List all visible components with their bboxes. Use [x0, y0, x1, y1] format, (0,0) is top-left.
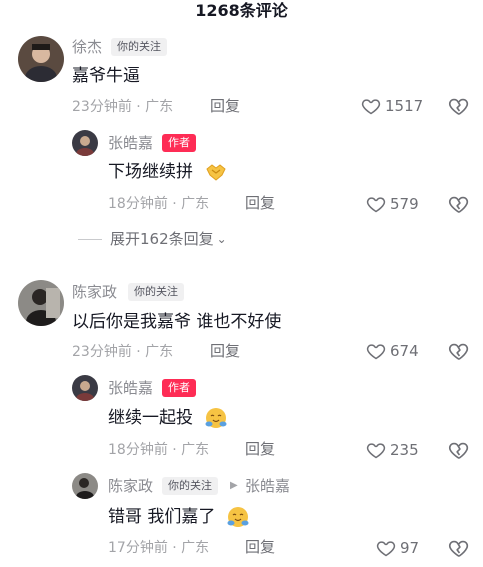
- reply-button[interactable]: 回复: [245, 537, 275, 557]
- avatar[interactable]: [72, 375, 98, 401]
- dislike-button[interactable]: [448, 439, 470, 461]
- author-badge: 作者: [162, 379, 196, 397]
- heart-outline-icon: [361, 99, 381, 115]
- like-count: 674: [390, 342, 419, 360]
- heart-outline-icon: [376, 541, 396, 557]
- comment-username[interactable]: 陈家政: [72, 282, 117, 302]
- comment-time-location: 23分钟前 · 广东: [72, 99, 174, 115]
- dislike-button[interactable]: [448, 95, 470, 117]
- avatar[interactable]: [72, 130, 98, 156]
- comment-username[interactable]: 张皓嘉: [108, 133, 153, 153]
- broken-heart-icon: [448, 442, 469, 459]
- avatar-photo: [18, 280, 64, 326]
- comment-username[interactable]: 张皓嘉: [108, 378, 153, 398]
- avatar[interactable]: [72, 473, 98, 499]
- heart-outline-icon: [366, 197, 386, 213]
- like-button[interactable]: 579: [366, 193, 419, 215]
- reply-arrow-icon: ▶: [230, 480, 238, 491]
- hug-emoji: [205, 408, 227, 428]
- comment-username[interactable]: 陈家政: [108, 476, 153, 496]
- following-badge: 你的关注: [162, 477, 218, 495]
- comment-time-location: 18分钟前 · 广东: [108, 442, 210, 458]
- chevron-down-icon: ⌄: [216, 232, 227, 246]
- avatar[interactable]: [18, 280, 64, 326]
- comment-text: 错哥 我们嘉了: [108, 507, 216, 527]
- heart-outline-icon: [366, 443, 386, 459]
- dislike-button[interactable]: [448, 193, 470, 215]
- avatar-photo: [18, 36, 64, 82]
- handshake-emoji: [206, 164, 226, 181]
- comment-text: 下场继续拼: [108, 162, 193, 182]
- comment-time-location: 18分钟前 · 广东: [108, 196, 210, 212]
- comment-text: 嘉爷牛逼: [72, 66, 140, 86]
- like-count: 579: [390, 195, 419, 213]
- reply-button[interactable]: 回复: [245, 439, 275, 459]
- reply-button[interactable]: 回复: [210, 341, 240, 361]
- avatar-photo: [72, 130, 98, 156]
- broken-heart-icon: [448, 343, 469, 360]
- reply-button[interactable]: 回复: [245, 193, 275, 213]
- expand-divider: [78, 238, 102, 240]
- avatar-photo: [72, 473, 98, 499]
- comment-time-location: 23分钟前 · 广东: [72, 344, 174, 360]
- comment-username[interactable]: 徐杰: [72, 37, 102, 57]
- like-button[interactable]: 235: [366, 439, 419, 461]
- like-count: 235: [390, 441, 419, 459]
- following-badge: 你的关注: [128, 283, 184, 301]
- following-badge: 你的关注: [111, 38, 167, 56]
- like-count: 97: [400, 539, 420, 557]
- author-badge: 作者: [162, 134, 196, 152]
- hug-emoji: [227, 507, 249, 527]
- comments-count-title: 1268条评论: [195, 1, 288, 20]
- like-button[interactable]: 1517: [361, 95, 423, 117]
- expand-replies-label: 展开162条回复: [110, 230, 214, 248]
- dislike-button[interactable]: [448, 537, 470, 559]
- avatar-photo: [72, 375, 98, 401]
- broken-heart-icon: [448, 540, 469, 557]
- dislike-button[interactable]: [448, 340, 470, 362]
- like-button[interactable]: 674: [366, 340, 419, 362]
- avatar[interactable]: [18, 36, 64, 82]
- like-button[interactable]: 97: [376, 537, 419, 559]
- expand-replies-button[interactable]: 展开162条回复 ⌄: [78, 229, 227, 249]
- comment-time-location: 17分钟前 · 广东: [108, 540, 210, 556]
- broken-heart-icon: [448, 98, 469, 115]
- comment-text: 以后你是我嘉爷 谁也不好使: [72, 312, 282, 332]
- comment-text: 继续一起投: [108, 408, 193, 428]
- heart-outline-icon: [366, 344, 386, 360]
- like-count: 1517: [385, 97, 424, 115]
- reply-to-username[interactable]: 张皓嘉: [245, 476, 290, 496]
- broken-heart-icon: [448, 196, 469, 213]
- reply-button[interactable]: 回复: [210, 96, 240, 116]
